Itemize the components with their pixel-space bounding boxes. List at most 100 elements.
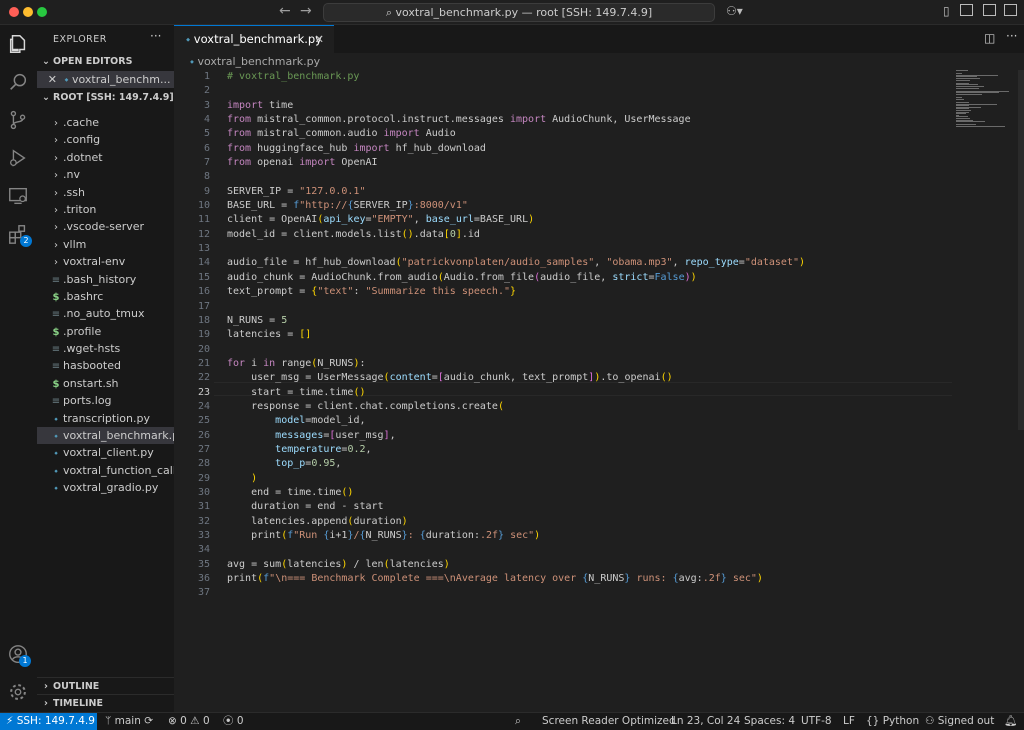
- gear-icon[interactable]: [7, 681, 29, 703]
- file-tree-item[interactable]: ≡ .no_auto_tmux: [37, 305, 174, 322]
- file-tree-item[interactable]: › .cache: [37, 114, 174, 131]
- python-file-icon: ⬩: [54, 413, 58, 425]
- code-token: duration:: [425, 530, 480, 541]
- code-token: i+1: [329, 530, 348, 541]
- branch-indicator[interactable]: ᛘ main ⟳: [105, 713, 153, 729]
- python-file-icon: ⬩: [190, 55, 194, 68]
- open-editors-section[interactable]: ⌄ OPEN EDITORS: [37, 53, 174, 70]
- toggle-sidebar-icon[interactable]: [960, 4, 973, 16]
- code-line: messages=[user_msg],: [227, 429, 805, 443]
- screen-reader-status[interactable]: Screen Reader Optimized: [542, 713, 676, 729]
- arrow-left-icon[interactable]: ←: [279, 3, 291, 19]
- code-token: client = OpenAI: [227, 214, 318, 226]
- minimap[interactable]: [956, 70, 1018, 130]
- file-tree-item[interactable]: › .triton: [37, 201, 174, 218]
- notifications-bell-icon[interactable]: 🔔︎: [1004, 713, 1017, 729]
- outline-section[interactable]: › OUTLINE: [37, 677, 174, 695]
- line-number: 16: [197, 286, 210, 298]
- warnings-count: 0: [202, 715, 210, 727]
- run-debug-icon[interactable]: [7, 147, 29, 169]
- toggle-secondary-sidebar-icon[interactable]: [1004, 4, 1017, 16]
- code-token: runs:: [630, 573, 673, 585]
- close-icon[interactable]: ✕: [37, 71, 57, 88]
- close-window-button[interactable]: [9, 7, 19, 17]
- file-tree-item[interactable]: ≡ .bash_history: [37, 271, 174, 288]
- file-tree-item[interactable]: ⬩ voxtral_client.py: [37, 444, 174, 461]
- code-line: latencies = []: [227, 328, 805, 342]
- code-content[interactable]: # voxtral_benchmark.py​import timefrom m…: [227, 70, 805, 601]
- tab-voxtral-benchmark[interactable]: ⬩ voxtral_benchmark.py ✕: [174, 25, 334, 54]
- problems-indicator[interactable]: ⊗ 0 ⚠ 0: [168, 713, 210, 729]
- file-tree-item[interactable]: ⬩ voxtral_benchmark.py: [37, 427, 174, 445]
- toggle-panel-icon[interactable]: [983, 4, 996, 16]
- zoom-window-button[interactable]: [37, 7, 47, 17]
- open-editor-item[interactable]: ✕ ⬩ voxtral_benchm...: [37, 71, 174, 88]
- file-tree-item[interactable]: $ .bashrc: [37, 288, 174, 305]
- copilot-status[interactable]: ⚇ Signed out: [925, 713, 994, 729]
- code-line: from openai import OpenAI: [227, 156, 805, 170]
- copilot-icon[interactable]: ⚇▾: [726, 4, 743, 18]
- file-tree-item[interactable]: › vllm: [37, 236, 174, 253]
- explorer-icon[interactable]: [7, 33, 29, 55]
- remote-indicator[interactable]: ⚡ SSH: 149.7.4.9: [0, 713, 97, 730]
- code-token: ): [756, 573, 763, 585]
- zoom-icon[interactable]: ⌕: [515, 713, 521, 729]
- file-tree-item[interactable]: › .config: [37, 131, 174, 148]
- file-tree-item[interactable]: ≡ .wget-hsts: [37, 340, 174, 357]
- file-tree-item[interactable]: $ .profile: [37, 323, 174, 340]
- remote-explorer-icon[interactable]: [7, 185, 29, 207]
- vertical-scrollbar[interactable]: [1018, 70, 1024, 430]
- code-editor[interactable]: 1 2 3 4 5 6 7 8 9 10 11 12 13 14 15 16 17 18 19 20 21 22 23 24 2…: [174, 70, 1024, 712]
- layout-panel-left-icon[interactable]: ▯: [943, 4, 950, 18]
- accounts-badge: 1: [19, 655, 31, 667]
- file-tree-item[interactable]: ≡ ports.log: [37, 392, 174, 409]
- code-line: ​: [227, 586, 805, 600]
- indentation-status[interactable]: Spaces: 4: [744, 713, 795, 729]
- encoding-status[interactable]: UTF-8: [801, 713, 832, 729]
- file-tree-item[interactable]: ⬩ voxtral_gradio.py: [37, 479, 174, 496]
- cursor-position[interactable]: Ln 23, Col 24: [671, 713, 740, 729]
- line-number: 2: [203, 85, 210, 97]
- file-tree-item[interactable]: › .ssh: [37, 184, 174, 201]
- language-mode[interactable]: {} Python: [866, 713, 919, 729]
- minimize-window-button[interactable]: [23, 7, 33, 17]
- file-tree-item[interactable]: ≡ hasbooted: [37, 357, 174, 374]
- line-number: 29: [197, 472, 210, 484]
- code-token: import: [353, 142, 390, 154]
- source-control-icon[interactable]: [7, 109, 29, 131]
- chevron-right-icon: ›: [54, 239, 58, 251]
- file-tree-item[interactable]: › .vscode-server: [37, 218, 174, 235]
- split-editor-icon[interactable]: ◫: [984, 31, 995, 45]
- close-icon[interactable]: ✕: [314, 26, 324, 53]
- root-folder-section[interactable]: ⌄ ROOT [SSH: 149.7.4.9]: [37, 89, 174, 106]
- code-token: ,: [672, 257, 685, 269]
- arrow-right-icon[interactable]: →: [300, 3, 312, 19]
- command-center[interactable]: ⌕ voxtral_benchmark.py — root [SSH: 149.…: [323, 3, 715, 22]
- eol-status[interactable]: LF: [843, 713, 855, 729]
- file-tree-item[interactable]: ⬩ voxtral_function_call...: [37, 462, 174, 479]
- chevron-down-icon: ⌄: [42, 92, 50, 103]
- minimap-line: [956, 87, 980, 89]
- code-token: audio_chunk, text_prompt: [443, 372, 589, 384]
- file-tree-item[interactable]: › .nv: [37, 166, 174, 183]
- code-token: ): [347, 486, 354, 498]
- python-file-icon: ⬩: [54, 483, 58, 495]
- breadcrumb-file[interactable]: voxtral_benchmark.py: [197, 55, 320, 68]
- file-tree-label: .nv: [63, 168, 80, 182]
- more-actions-icon[interactable]: ···: [150, 29, 161, 43]
- code-line: ​: [227, 84, 805, 98]
- ports-indicator[interactable]: ⦿ 0: [223, 713, 244, 729]
- file-tree-item[interactable]: $ onstart.sh: [37, 375, 174, 392]
- line-number: 30: [197, 486, 210, 498]
- file-tree-item[interactable]: ⬩ transcription.py: [37, 410, 174, 427]
- timeline-section[interactable]: › TIMELINE: [37, 694, 174, 712]
- file-tree-item[interactable]: › voxtral-env: [37, 253, 174, 270]
- more-actions-icon[interactable]: ···: [1006, 29, 1017, 43]
- file-tree-item[interactable]: › .dotnet: [37, 149, 174, 166]
- code-token: temperature: [275, 443, 342, 455]
- code-token: end = time.time: [227, 486, 342, 498]
- file-icon: ≡: [51, 274, 61, 286]
- code-line: N_RUNS = 5: [227, 314, 805, 328]
- code-token: :8000/v1": [413, 200, 468, 212]
- search-icon[interactable]: [7, 71, 29, 93]
